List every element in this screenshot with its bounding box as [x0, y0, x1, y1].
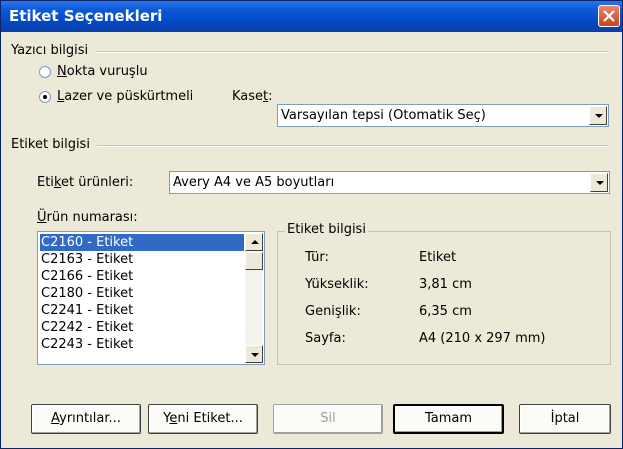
radio-laser-label[interactable]: Lazer ve püskürtmeli [57, 89, 193, 104]
product-number-list[interactable]: C2160 - Etiket C2163 - Etiket C2166 - Et… [37, 231, 265, 365]
info-height-key: Yükseklik: [305, 277, 369, 292]
scroll-thumb[interactable] [245, 252, 263, 270]
info-width-value: 6,35 cm [419, 304, 472, 319]
tray-dropdown-button[interactable] [589, 106, 607, 125]
details-button[interactable]: Ayrıntılar... [31, 404, 141, 434]
close-button[interactable] [598, 5, 620, 27]
info-height-value: 3,81 cm [419, 277, 472, 292]
label-section-divider [97, 145, 609, 147]
printer-section-divider [97, 51, 609, 53]
tray-select-value: Varsayılan tepsi (Otomatik Seç) [281, 108, 486, 123]
info-width-key: Genişlik: [305, 304, 361, 319]
title-bar[interactable]: Etiket Seçenekleri [1, 1, 622, 32]
label-options-dialog: Etiket Seçenekleri Yazıcı bilgisi Nokta … [0, 0, 623, 449]
label-products-label: Etiket ürünleri: [37, 175, 134, 190]
label-info-title: Etiket bilgisi [285, 222, 368, 237]
tray-label: Kaset: [232, 89, 273, 104]
list-item[interactable]: C2243 - Etiket [40, 336, 244, 353]
tray-select[interactable]: Varsayılan tepsi (Otomatik Seç) [277, 104, 609, 127]
chevron-up-icon [251, 240, 259, 244]
radio-dot-matrix[interactable] [39, 66, 51, 78]
list-item[interactable]: C2242 - Etiket [40, 319, 244, 336]
close-icon [603, 10, 615, 22]
list-item[interactable]: C2160 - Etiket [40, 234, 244, 251]
ok-button[interactable]: Tamam [393, 404, 504, 434]
window-title: Etiket Seçenekleri [9, 7, 163, 25]
info-type-value: Etiket [419, 250, 457, 265]
info-type-key: Tür: [305, 250, 329, 265]
chevron-down-icon [595, 114, 603, 118]
label-products-value: Avery A4 ve A5 boyutları [173, 175, 335, 190]
chevron-down-icon [251, 353, 259, 357]
radio-laser[interactable] [39, 91, 51, 103]
scroll-down-button[interactable] [245, 345, 263, 363]
list-scrollbar[interactable] [245, 233, 263, 363]
info-page-key: Sayfa: [305, 331, 346, 346]
product-number-label: Ürün numarası: [37, 210, 138, 225]
delete-button[interactable]: Sil [273, 404, 383, 434]
radio-selected-dot [43, 95, 47, 99]
new-label-button[interactable]: Yeni Etiket... [148, 404, 258, 434]
label-products-select[interactable]: Avery A4 ve A5 boyutları [169, 171, 610, 194]
label-section-label: Etiket bilgisi [11, 137, 90, 152]
list-item[interactable]: C2163 - Etiket [40, 251, 244, 268]
printer-section-label: Yazıcı bilgisi [11, 43, 89, 58]
scroll-up-button[interactable] [245, 233, 263, 251]
list-item[interactable]: C2166 - Etiket [40, 268, 244, 285]
radio-dot-matrix-label[interactable]: Nokta vuruşlu [57, 64, 148, 79]
cancel-button[interactable]: İptal [519, 404, 611, 434]
list-item[interactable]: C2180 - Etiket [40, 285, 244, 302]
info-page-value: A4 (210 x 297 mm) [419, 331, 546, 346]
list-item[interactable]: C2241 - Etiket [40, 302, 244, 319]
chevron-down-icon [596, 181, 604, 185]
label-products-dropdown-button[interactable] [590, 173, 608, 192]
